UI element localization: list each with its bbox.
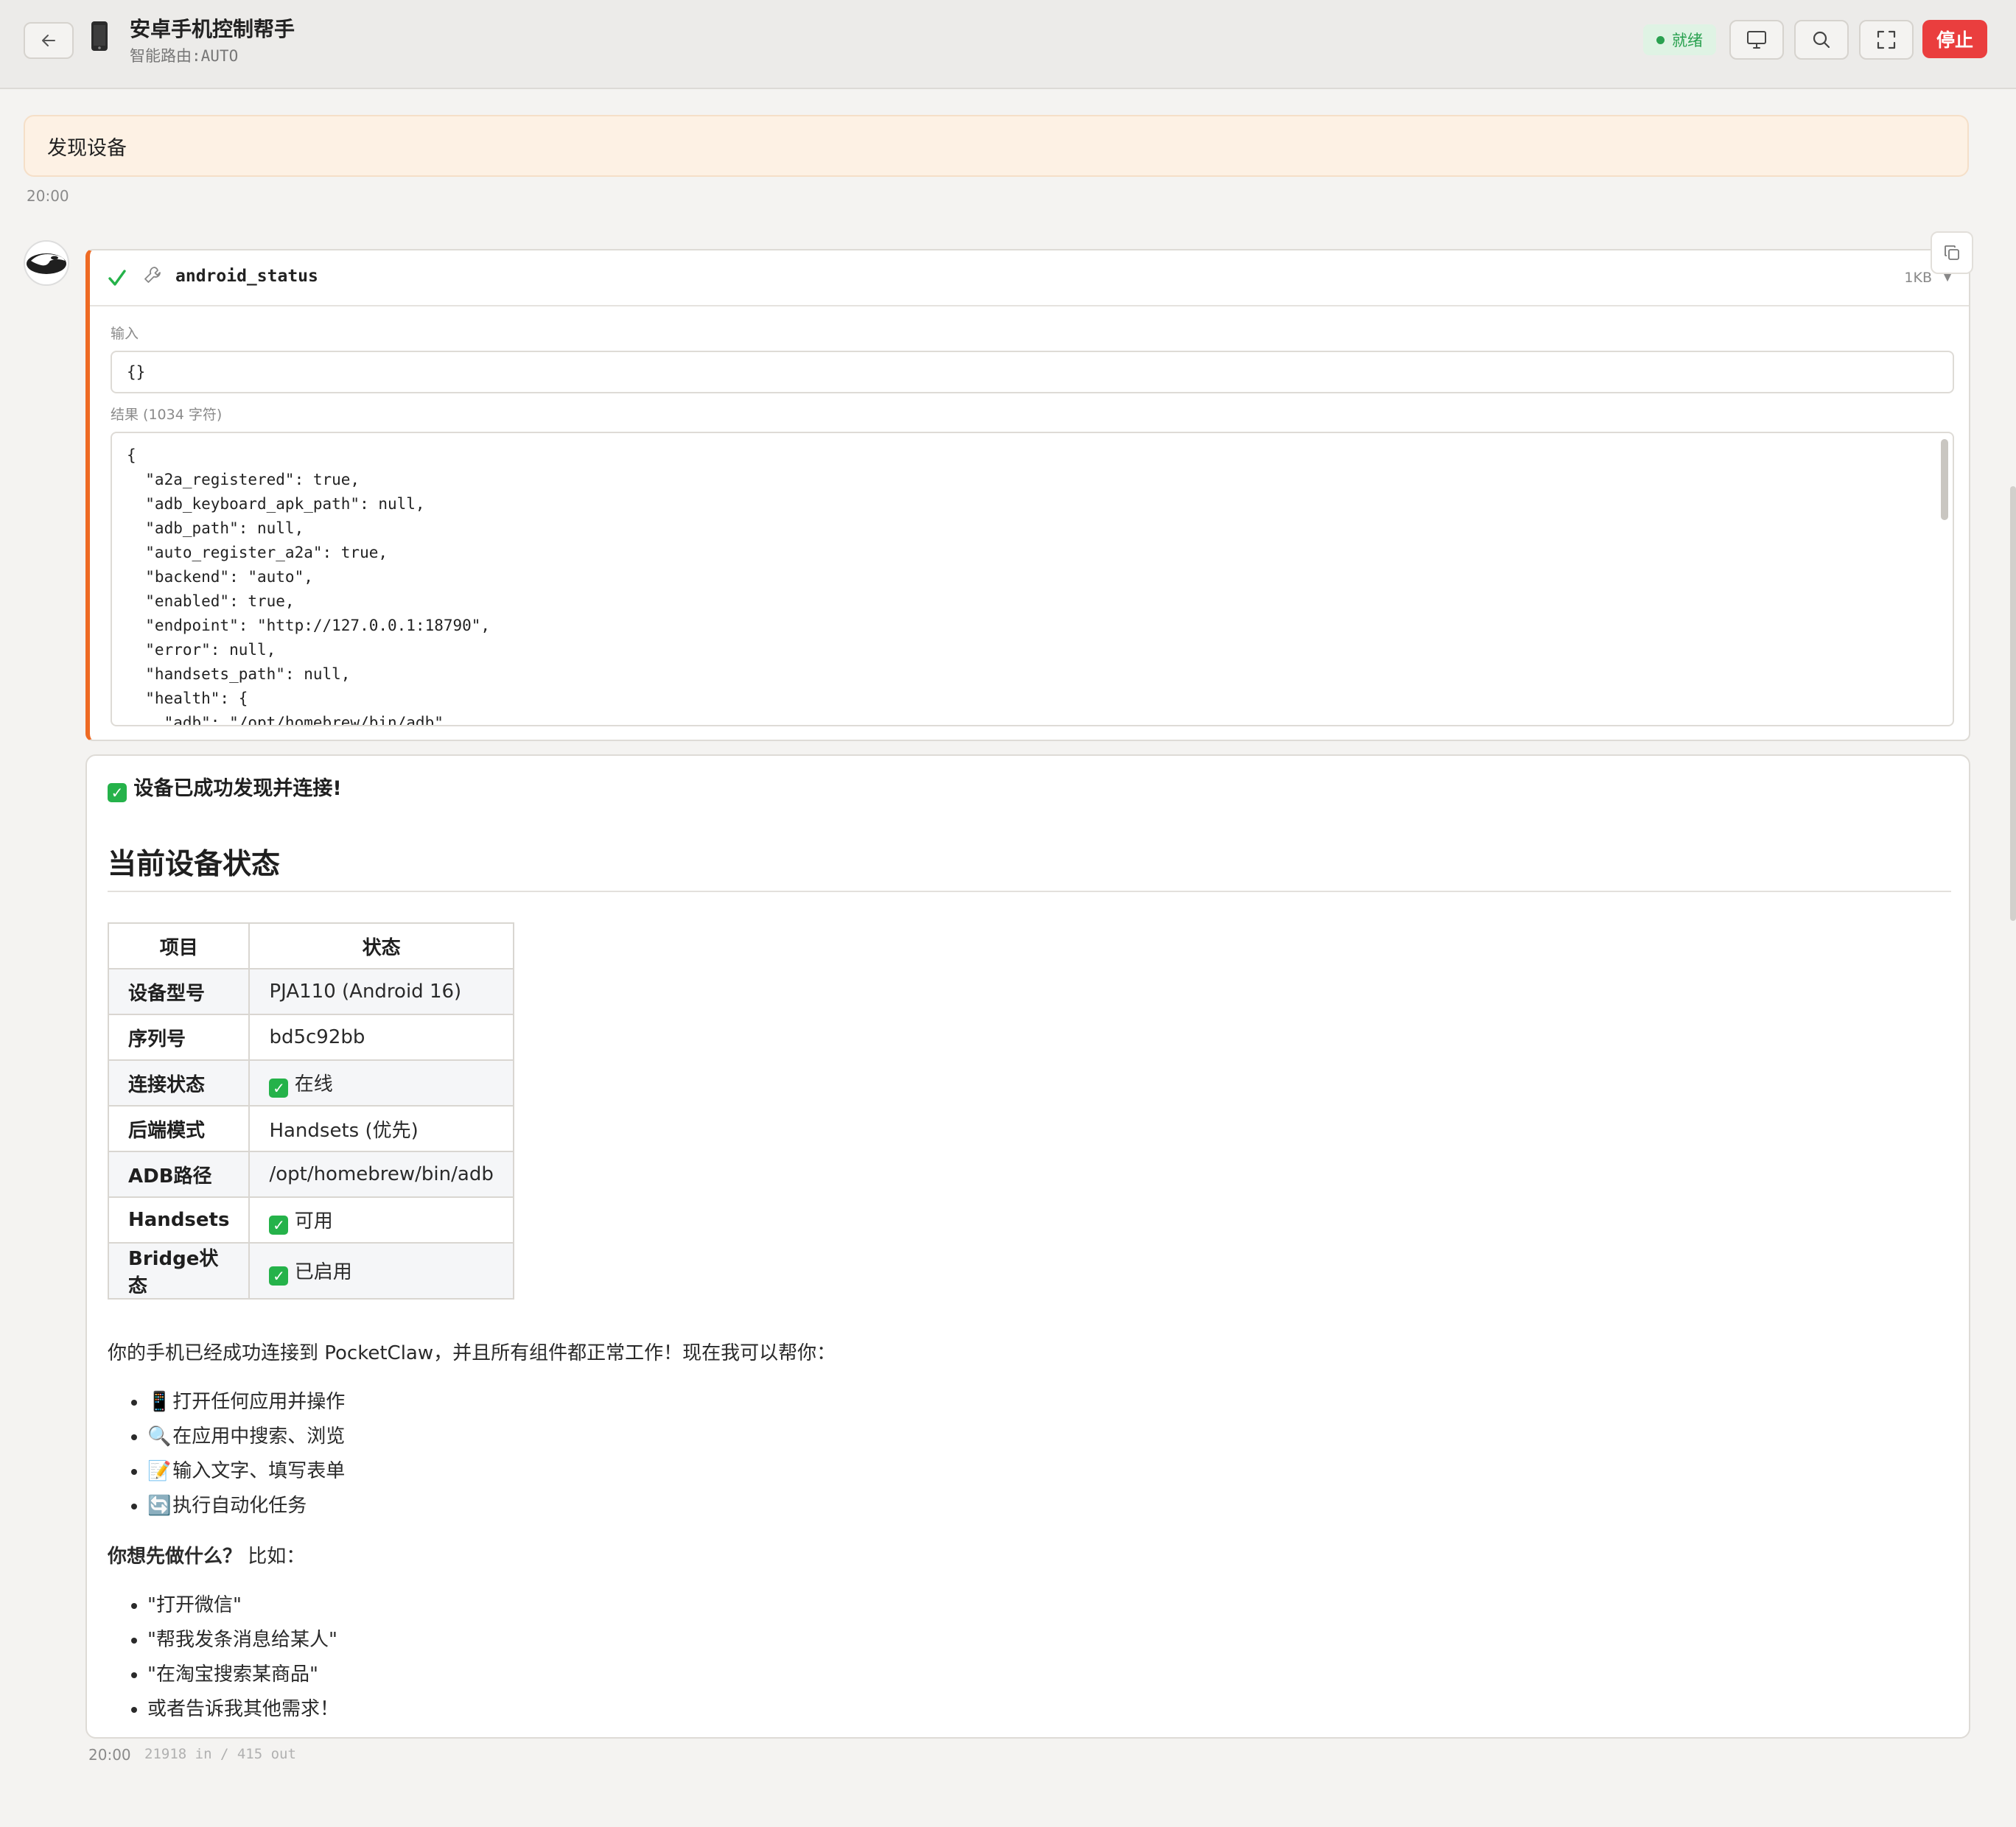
page-scrollbar[interactable]	[2010, 486, 2016, 921]
user-message-time: 20:00	[27, 187, 69, 205]
table-key-cell: 后端模式	[107, 1105, 251, 1152]
table-header-cell: 项目	[107, 922, 251, 969]
table-key-cell: Bridge状态	[107, 1242, 251, 1300]
example-list: "打开微信" "帮我发条消息给某人" "在淘宝搜索某商品" 或者告诉我其他需求！	[108, 1588, 339, 1727]
tool-name: android_status	[175, 267, 318, 286]
table-value-cell: bd5c92bb	[248, 1014, 514, 1061]
token-usage: 21918 in / 415 out	[144, 1746, 296, 1762]
table-row: 后端模式 Handsets (优先)	[107, 1105, 514, 1152]
list-item: 或者告诉我其他需求！	[147, 1692, 339, 1727]
list-item: "帮我发条消息给某人"	[147, 1623, 339, 1658]
table-row: Handsets ✓ 可用	[107, 1196, 514, 1244]
table-key-cell: 连接状态	[107, 1059, 251, 1107]
question-line: 你想先做什么？ 比如：	[108, 1541, 305, 1568]
memo-emoji-icon: 📝	[147, 1460, 172, 1482]
screen-button[interactable]	[1729, 20, 1784, 60]
claw-logo-icon	[27, 253, 66, 274]
table-key-cell: ADB路径	[107, 1151, 251, 1198]
tool-call-card: android_status 1KB ▼ 输入 {} 结果 (1034 字符) …	[85, 249, 1970, 741]
list-item: 🔄 执行自动化任务	[147, 1489, 345, 1523]
list-item: "打开微信"	[147, 1588, 339, 1623]
app-title: 安卓手机控制帮手	[130, 17, 295, 41]
table-key-cell: 序列号	[107, 1014, 251, 1061]
fullscreen-icon	[1877, 30, 1896, 49]
arrow-left-icon	[42, 35, 55, 46]
monitor-icon	[1747, 31, 1766, 49]
tool-result-text: { "a2a_registered": true, "adb_keyboard_…	[127, 446, 491, 726]
table-row: 序列号 bd5c92bb	[107, 1014, 514, 1061]
search-emoji-icon: 🔍	[147, 1426, 172, 1448]
assistant-message: ✓ 设备已成功发现并连接! 当前设备状态 项目 状态 设备型号 PJA110 (…	[85, 754, 1970, 1739]
table-row: 设备型号 PJA110 (Android 16)	[107, 968, 514, 1015]
table-key-cell: 设备型号	[107, 968, 251, 1015]
question-rest: 比如：	[242, 1546, 306, 1568]
tool-input-value: {}	[111, 351, 1954, 393]
search-icon	[1813, 31, 1830, 49]
copy-icon	[1945, 245, 1959, 260]
top-bar: 安卓手机控制帮手 智能路由:AUTO 就绪 停止	[0, 0, 2016, 89]
check-box-icon: ✓	[269, 1215, 289, 1235]
phone-emoji-icon: 📱	[147, 1391, 172, 1413]
assistant-avatar	[24, 240, 69, 286]
wrench-icon	[144, 267, 161, 283]
check-box-icon: ✓	[269, 1078, 289, 1098]
input-label: 输入	[111, 326, 139, 342]
table-row: ADB路径 /opt/homebrew/bin/adb	[107, 1151, 514, 1198]
check-box-icon: ✓	[108, 783, 127, 802]
table-value-cell: ✓ 可用	[248, 1196, 514, 1244]
fullscreen-button[interactable]	[1859, 20, 1914, 60]
route-subtitle: 智能路由:AUTO	[130, 47, 239, 65]
search-button[interactable]	[1794, 20, 1849, 60]
success-line: ✓ 设备已成功发现并连接!	[108, 772, 342, 802]
check-box-icon: ✓	[269, 1266, 289, 1286]
table-value-cell: Handsets (优先)	[248, 1105, 514, 1152]
status-badge: 就绪	[1643, 24, 1716, 55]
section-title: 当前设备状态	[108, 848, 281, 881]
assistant-message-time: 20:00	[88, 1746, 131, 1764]
table-value-cell: PJA110 (Android 16)	[248, 968, 514, 1015]
section-divider	[108, 891, 1951, 892]
copy-button[interactable]	[1931, 231, 1973, 274]
list-item: 📱 打开任何应用并操作	[147, 1385, 345, 1420]
list-item: "在淘宝搜索某商品"	[147, 1658, 339, 1692]
list-item: 📝 输入文字、填写表单	[147, 1454, 345, 1489]
table-value-cell: ✓ 已启用	[248, 1242, 514, 1300]
tool-call-header[interactable]: android_status 1KB ▼	[90, 250, 1969, 306]
list-item: 🔍 在应用中搜索、浏览	[147, 1420, 345, 1454]
table-header-row: 项目 状态	[107, 922, 514, 969]
summary-paragraph: 你的手机已经成功连接到 PocketClaw，并且所有组件都正常工作！现在我可以…	[108, 1342, 836, 1364]
tool-result-size: 1KB	[1904, 270, 1932, 286]
table-value-cell: ✓ 在线	[248, 1059, 514, 1107]
table-row: 连接状态 ✓ 在线	[107, 1059, 514, 1107]
phone-icon	[90, 21, 109, 59]
stop-button[interactable]: 停止	[1922, 20, 1987, 58]
user-message-text: 发现设备	[47, 136, 127, 160]
result-label: 结果 (1034 字符)	[111, 407, 223, 423]
user-message: 发现设备	[24, 115, 1969, 177]
question-bold: 你想先做什么？	[108, 1546, 242, 1568]
table-header-cell: 状态	[248, 922, 514, 969]
status-label: 就绪	[1672, 32, 1703, 49]
capability-list: 📱 打开任何应用并操作 🔍 在应用中搜索、浏览 📝 输入文字、填写表单 🔄 执行…	[108, 1385, 345, 1523]
back-button[interactable]	[24, 22, 74, 59]
check-icon	[108, 270, 126, 286]
table-value-cell: /opt/homebrew/bin/adb	[248, 1151, 514, 1198]
success-text: 设备已成功发现并连接!	[133, 777, 342, 800]
table-row: Bridge状态 ✓ 已启用	[107, 1242, 514, 1300]
table-key-cell: Handsets	[107, 1196, 251, 1244]
repeat-emoji-icon: 🔄	[147, 1495, 172, 1517]
status-table: 项目 状态 设备型号 PJA110 (Android 16) 序列号 bd5c9…	[107, 922, 514, 1300]
result-scrollbar[interactable]	[1941, 439, 1948, 520]
tool-result-box[interactable]: { "a2a_registered": true, "adb_keyboard_…	[111, 432, 1954, 726]
status-dot-icon	[1656, 35, 1665, 44]
